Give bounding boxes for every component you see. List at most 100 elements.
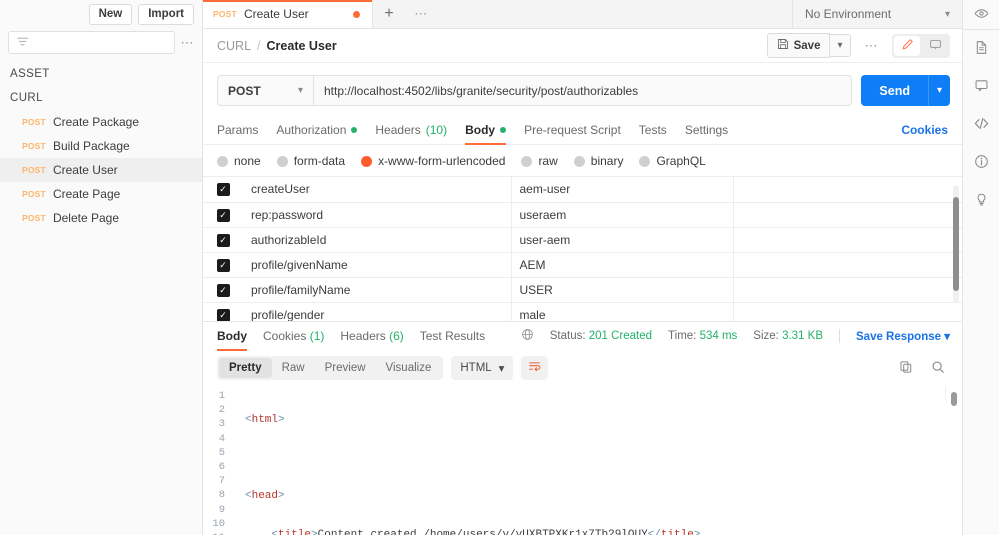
view-mode-raw[interactable]: Raw [272,358,315,378]
row-value[interactable]: useraem [511,202,733,227]
tab-menu-icon[interactable]: ⋯ [405,0,437,28]
row-description[interactable] [733,202,962,227]
table-row[interactable]: ✓ profile/familyName USER [203,277,962,302]
row-description[interactable] [733,227,962,252]
table-row[interactable]: ✓ profile/gender male [203,302,962,321]
tab-headers[interactable]: Headers (10) [375,116,447,145]
unsaved-dot-icon[interactable] [353,11,360,18]
tab-params[interactable]: Params [217,116,258,145]
row-value[interactable]: user-aem [511,227,733,252]
save-response-button[interactable]: Save Response ▾ [856,329,950,343]
checkbox-checked-icon[interactable]: ✓ [217,183,230,196]
body-type-binary[interactable]: binary [574,154,624,168]
checkbox-checked-icon[interactable]: ✓ [217,284,230,297]
checkbox-checked-icon[interactable]: ✓ [217,234,230,247]
copy-button[interactable] [894,360,918,377]
sidebar-section-asset[interactable]: ASSET [0,62,202,86]
document-icon [974,40,989,58]
checkbox-checked-icon[interactable]: ✓ [217,309,230,321]
row-description[interactable] [733,177,962,202]
tab-authorization[interactable]: Authorization [276,116,357,145]
sidebar-item-create-package[interactable]: POST Create Package [0,110,202,134]
row-value[interactable]: AEM [511,252,733,277]
body-type-raw[interactable]: raw [521,154,557,168]
eye-button[interactable] [963,0,999,29]
tab-pre-request-script[interactable]: Pre-request Script [524,116,621,145]
code-scroll-thumb[interactable] [951,392,957,406]
code-line: <html> [245,414,962,428]
response-tab-test-results[interactable]: Test Results [420,322,485,351]
comment-toggle-button[interactable] [922,36,948,56]
search-button[interactable] [926,360,950,377]
response-tab-cookies[interactable]: Cookies (1) [263,322,324,351]
row-key[interactable]: profile/gender [243,302,511,321]
table-row[interactable]: ✓ createUser aem-user [203,177,962,202]
view-mode-pretty[interactable]: Pretty [219,358,272,378]
response-tab-headers[interactable]: Headers (6) [340,322,403,351]
send-caret-button[interactable]: ▾ [928,75,950,106]
body-table-scrollbar[interactable] [953,185,959,303]
body-table-scroll-thumb[interactable] [953,197,959,291]
wrap-lines-button[interactable] [521,356,548,380]
import-button[interactable]: Import [138,4,194,26]
add-tab-button[interactable]: + [373,0,405,28]
row-value[interactable]: aem-user [511,177,733,202]
tab-tests[interactable]: Tests [639,116,667,145]
cookies-link[interactable]: Cookies [901,123,948,137]
row-description[interactable] [733,302,962,321]
environment-selector[interactable]: No Environment ▾ [792,0,962,28]
new-button[interactable]: New [89,4,133,26]
checkbox-checked-icon[interactable]: ✓ [217,209,230,222]
view-mode-preview[interactable]: Preview [315,358,376,378]
body-type-none[interactable]: none [217,154,261,168]
row-key[interactable]: rep:password [243,202,511,227]
sidebar-section-curl[interactable]: CURL [0,86,202,110]
tab-settings[interactable]: Settings [685,116,728,145]
send-button[interactable]: Send [861,75,928,106]
sidebar-item-create-user[interactable]: POST Create User [0,158,202,182]
request-more-icon[interactable]: ⋯ [857,38,887,54]
wrap-lines-icon [528,360,541,376]
tab-body[interactable]: Body [465,116,506,145]
time-badge: Time: 534 ms [668,330,737,342]
sidebar-more-icon[interactable]: ⋯ [181,36,195,49]
checkbox-checked-icon[interactable]: ✓ [217,259,230,272]
row-value[interactable]: USER [511,277,733,302]
edit-toggle-button[interactable] [894,36,920,56]
url-input[interactable] [313,75,852,106]
response-body-code[interactable]: 1 2 3 4 5 6 7 8 9 10 11 <html> <head> <t… [203,386,962,535]
row-key[interactable]: createUser [243,177,511,202]
radio-icon [277,156,288,167]
request-tab-create-user[interactable]: POST Create User [203,0,373,28]
save-caret-button[interactable]: ▾ [830,34,850,57]
sidebar-item-delete-page[interactable]: POST Delete Page [0,206,202,230]
view-mode-visualize[interactable]: Visualize [376,358,442,378]
sidebar-item-create-page[interactable]: POST Create Page [0,182,202,206]
code-content[interactable]: <html> <head> <title>Content created /ho… [231,386,962,535]
table-row[interactable]: ✓ authorizableId user-aem [203,227,962,252]
rail-item-info[interactable] [963,144,999,182]
rail-item-documentation[interactable] [963,30,999,68]
save-button[interactable]: Save [767,33,831,58]
row-key[interactable]: profile/familyName [243,277,511,302]
rail-item-comments[interactable] [963,68,999,106]
response-tab-body[interactable]: Body [217,322,247,351]
table-row[interactable]: ✓ rep:password useraem [203,202,962,227]
breadcrumb-collection[interactable]: CURL [217,39,251,53]
body-type-urlencoded[interactable]: x-www-form-urlencoded [361,154,505,168]
body-params-table: ✓ createUser aem-user ✓ rep:password use… [203,177,962,321]
row-key[interactable]: authorizableId [243,227,511,252]
table-row[interactable]: ✓ profile/givenName AEM [203,252,962,277]
rail-item-tips[interactable] [963,182,999,220]
body-type-graphql[interactable]: GraphQL [639,154,705,168]
row-key[interactable]: profile/givenName [243,252,511,277]
rail-item-code[interactable] [963,106,999,144]
search-input[interactable] [8,31,175,54]
row-description[interactable] [733,277,962,302]
sidebar-item-build-package[interactable]: POST Build Package [0,134,202,158]
body-type-form-data[interactable]: form-data [277,154,345,168]
response-format-selector[interactable]: HTML ▾ [451,356,513,380]
row-value[interactable]: male [511,302,733,321]
method-selector[interactable]: POST ▾ [217,75,313,106]
row-description[interactable] [733,252,962,277]
